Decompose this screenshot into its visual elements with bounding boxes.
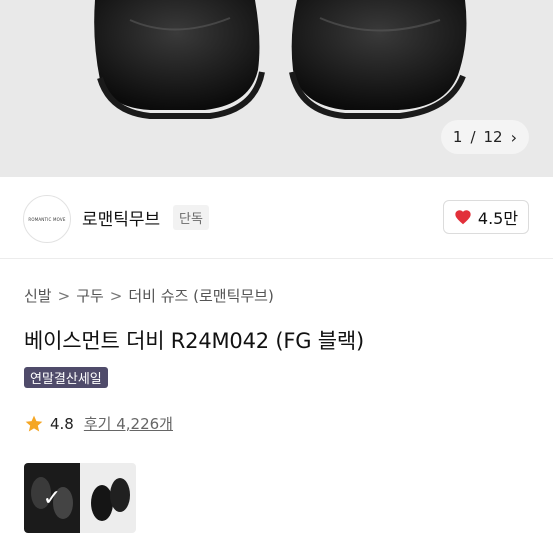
pager-separator: / bbox=[470, 128, 476, 146]
star-icon bbox=[25, 415, 43, 431]
breadcrumb-separator: > bbox=[57, 286, 71, 305]
breadcrumb-item[interactable]: 구두 bbox=[76, 285, 104, 306]
breadcrumb-item[interactable]: 신발 bbox=[24, 285, 52, 306]
rating-score: 4.8 bbox=[50, 414, 74, 433]
sale-tag: 연말결산세일 bbox=[24, 367, 108, 388]
breadcrumb: 신발 > 구두 > 더비 슈즈 (로맨틱무브) bbox=[24, 285, 274, 306]
pager-total: 12 bbox=[483, 128, 503, 146]
exclusive-badge: 단독 bbox=[173, 205, 209, 230]
brand-logo-text: ROMANTIC MOVE bbox=[28, 216, 66, 222]
heart-icon bbox=[455, 210, 471, 225]
brand-logo[interactable]: ROMANTIC MOVE bbox=[23, 195, 71, 243]
checkmark-icon: ✓ bbox=[42, 485, 62, 511]
thumbnail[interactable] bbox=[80, 463, 136, 533]
shoe-thumbnail-image bbox=[91, 478, 130, 521]
thumbnail-selected[interactable]: ✓ bbox=[24, 463, 80, 533]
product-title: 베이스먼트 더비 R24M042 (FG 블랙) bbox=[24, 329, 365, 353]
product-image-gallery[interactable]: 1 / 12 › bbox=[0, 0, 553, 177]
gallery-pager[interactable]: 1 / 12 › bbox=[440, 120, 529, 154]
rating-row: 4.8 후기 4,226개 bbox=[24, 413, 173, 434]
pager-current: 1 bbox=[452, 128, 463, 146]
thumbnail-strip: ✓ bbox=[24, 463, 136, 533]
chevron-right-icon[interactable]: › bbox=[511, 128, 517, 147]
breadcrumb-separator: > bbox=[109, 286, 123, 305]
like-count: 4.5만 bbox=[477, 209, 519, 228]
like-button[interactable]: 4.5만 bbox=[443, 200, 529, 234]
review-link[interactable]: 후기 4,226개 bbox=[84, 413, 173, 434]
brand-name-link[interactable]: 로맨틱무브 bbox=[82, 205, 160, 230]
breadcrumb-item[interactable]: 더비 슈즈 (로맨틱무브) bbox=[128, 285, 273, 306]
